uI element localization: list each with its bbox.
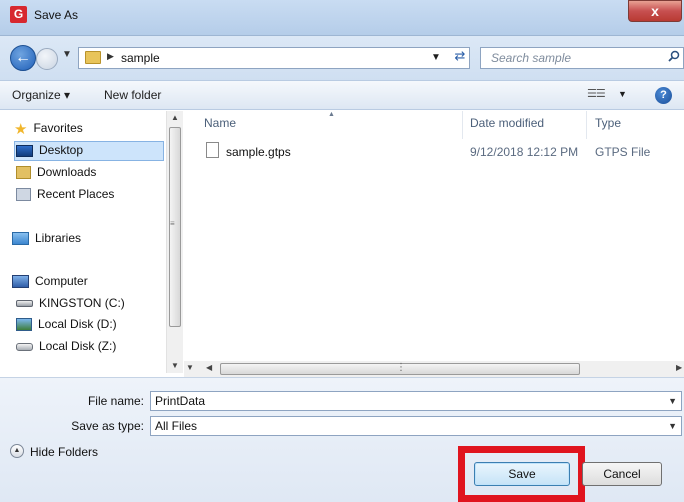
save-button[interactable]: Save xyxy=(474,462,570,486)
downloads-folder-icon xyxy=(16,166,31,180)
file-type-cell: GTPS File xyxy=(595,145,651,159)
column-header-type[interactable]: Type xyxy=(595,116,621,130)
column-divider[interactable] xyxy=(586,111,587,139)
save-as-type-label: Save as type: xyxy=(71,419,144,433)
file-list-horizontal-scrollbar[interactable]: ▼ ◀ ⋮ ▶ xyxy=(184,361,684,377)
local-disk-icon xyxy=(16,318,32,332)
sidebar-item-drive-z[interactable]: Local Disk (Z:) xyxy=(16,339,116,353)
computer-icon xyxy=(12,275,29,289)
hide-folders-label[interactable]: Hide Folders xyxy=(30,445,98,459)
title-bar: G Save As x xyxy=(0,0,684,36)
sidebar-item-label: KINGSTON (C:) xyxy=(39,296,125,310)
address-dropdown-icon[interactable]: ▼ xyxy=(431,52,441,63)
app-icon: G xyxy=(10,6,27,23)
file-name-value: PrintData xyxy=(155,394,206,408)
sidebar-item-drive-c[interactable]: KINGSTON (C:) xyxy=(16,296,125,310)
navigation-pane: ★ Favorites Desktop Downloads Recent Plac… xyxy=(0,111,183,373)
breadcrumb-separator-icon[interactable]: ▶ xyxy=(107,51,114,62)
drive-icon xyxy=(16,300,33,308)
help-icon[interactable]: ? xyxy=(655,87,672,104)
sidebar-item-favorites[interactable]: ★ Favorites xyxy=(14,120,83,138)
new-folder-button[interactable]: New folder xyxy=(104,88,161,102)
file-list[interactable]: Name ▲ Date modified Type sample.gtps 9/… xyxy=(184,111,684,361)
star-icon: ★ xyxy=(14,121,28,138)
column-divider[interactable] xyxy=(462,111,463,139)
view-dropdown-icon[interactable]: ▼ xyxy=(618,89,627,99)
change-view-icon[interactable]: ☰☰ xyxy=(587,87,606,100)
refresh-icon[interactable]: ⇄ xyxy=(448,48,472,68)
sidebar-item-label: Local Disk (D:) xyxy=(38,317,117,331)
sidebar-item-desktop[interactable]: Desktop xyxy=(16,143,83,157)
sidebar-item-label: Favorites xyxy=(33,121,83,136)
chevron-down-icon[interactable]: ▼ xyxy=(668,396,677,406)
file-icon xyxy=(206,142,219,158)
scroll-left-icon[interactable]: ◀ xyxy=(206,363,212,372)
sidebar-item-libraries[interactable]: Libraries xyxy=(12,231,82,246)
breadcrumb-sample[interactable]: sample xyxy=(121,51,160,65)
close-button[interactable]: x xyxy=(628,0,682,22)
file-name-field[interactable]: PrintData ▼ xyxy=(150,391,682,411)
scrollbar-thumb[interactable]: ⋮ xyxy=(220,362,580,375)
sidebar-item-label: Computer xyxy=(35,274,88,288)
navigation-bar: ← ▼ ▶ sample ▼ ⇄ Search sample xyxy=(0,36,684,80)
file-name-label: File name: xyxy=(87,394,144,408)
file-date-cell: 9/12/2018 12:12 PM xyxy=(470,145,579,159)
sidebar-item-label: Recent Places xyxy=(37,187,115,201)
scroll-up-icon[interactable]: ▲ xyxy=(171,113,179,122)
libraries-icon xyxy=(12,232,29,246)
organize-menu-button[interactable]: Organize ▾ xyxy=(12,88,70,102)
desktop-icon xyxy=(16,144,33,157)
network-drive-icon xyxy=(16,342,33,351)
recent-locations-dropdown-icon[interactable]: ▼ xyxy=(62,49,72,60)
scroll-right-icon[interactable]: ▶ xyxy=(676,363,682,372)
save-as-type-select[interactable]: All Files ▼ xyxy=(150,416,682,436)
scroll-grip-icon: ≡ xyxy=(170,219,175,228)
sidebar-item-label: Desktop xyxy=(39,143,84,157)
chevron-down-icon[interactable]: ▼ xyxy=(668,421,677,431)
cancel-button[interactable]: Cancel xyxy=(582,462,662,486)
sidebar-item-downloads[interactable]: Downloads xyxy=(16,165,97,180)
search-placeholder: Search sample xyxy=(491,51,572,65)
back-button[interactable]: ← xyxy=(10,45,36,71)
column-header-date-modified[interactable]: Date modified xyxy=(470,116,544,130)
sidebar-item-recent-places[interactable]: Recent Places xyxy=(16,187,115,202)
sidebar-item-drive-d[interactable]: Local Disk (D:) xyxy=(16,317,117,332)
navigation-pane-scrollbar[interactable]: ▲ ≡ ▼ xyxy=(166,111,183,373)
column-header-name[interactable]: Name xyxy=(204,116,236,130)
folder-icon xyxy=(85,51,101,64)
collapse-icon[interactable]: ▲ xyxy=(10,444,24,458)
recent-places-icon xyxy=(16,188,31,202)
sidebar-item-label: Libraries xyxy=(35,231,82,245)
save-as-type-value: All Files xyxy=(155,419,198,433)
scroll-grip-icon: ⋮ xyxy=(396,362,406,373)
file-name-cell: sample.gtps xyxy=(226,145,291,159)
window-title: Save As xyxy=(34,8,79,22)
toolbar: Organize ▾ New folder ☰☰ ▼ ? xyxy=(0,80,684,110)
sidebar-item-label: Downloads xyxy=(37,165,97,179)
search-icon[interactable] xyxy=(668,50,680,62)
scroll-down-icon[interactable]: ▼ xyxy=(171,361,179,370)
address-bar[interactable]: ▶ sample ▼ xyxy=(78,47,470,69)
scroll-down-icon[interactable]: ▼ xyxy=(186,363,194,372)
forward-button[interactable] xyxy=(36,48,58,70)
sidebar-item-computer[interactable]: Computer xyxy=(12,274,88,289)
search-input[interactable]: Search sample xyxy=(480,47,684,69)
sort-ascending-icon: ▲ xyxy=(328,111,335,118)
sidebar-item-label: Local Disk (Z:) xyxy=(39,339,117,353)
